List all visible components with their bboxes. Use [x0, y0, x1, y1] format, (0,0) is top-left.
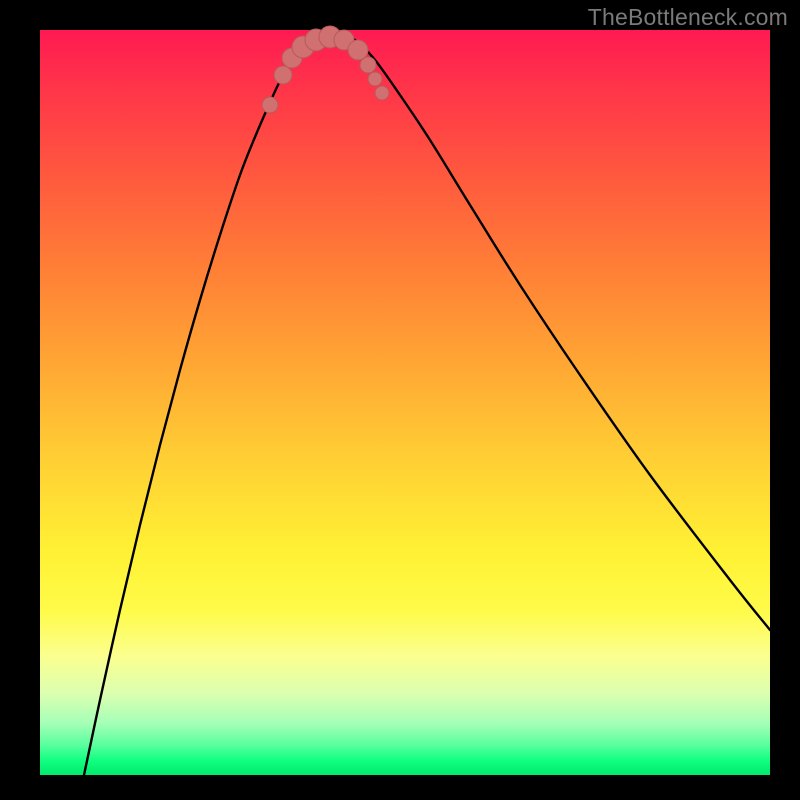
curve-layer	[40, 30, 770, 775]
curve-marker	[348, 40, 368, 60]
curve-marker	[368, 72, 382, 86]
watermark-text: TheBottleneck.com	[588, 4, 788, 31]
curve-marker	[375, 86, 389, 100]
curve-marker	[274, 66, 292, 84]
curve-marker	[360, 57, 376, 73]
plot-area	[40, 30, 770, 775]
curve-markers	[262, 26, 389, 113]
curve-marker	[262, 97, 278, 113]
chart-frame: TheBottleneck.com	[0, 0, 800, 800]
bottleneck-curve	[84, 35, 770, 775]
